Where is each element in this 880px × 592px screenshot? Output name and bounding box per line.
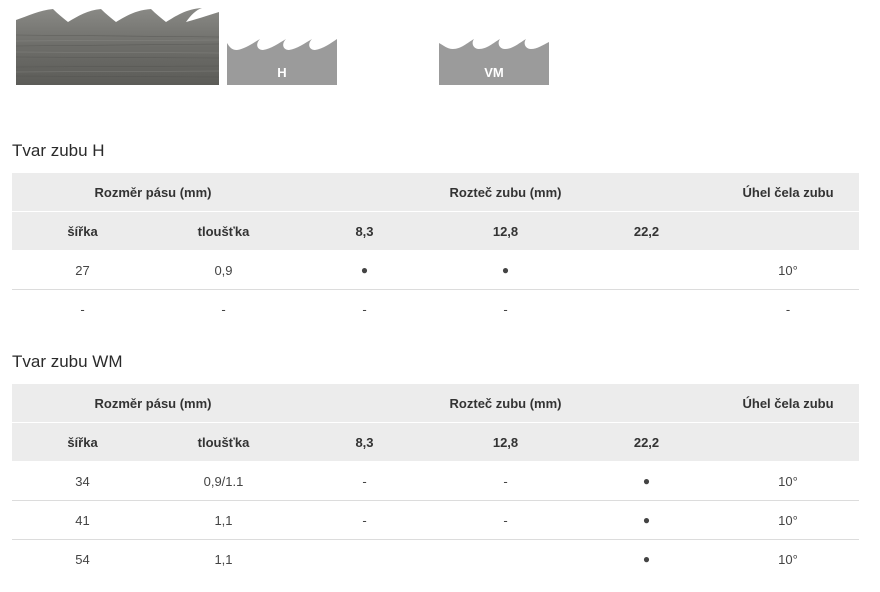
- cell-angle: 10°: [778, 551, 798, 567]
- cell-angle: 10°: [717, 250, 860, 290]
- cell-pitch-3: [576, 250, 718, 290]
- header-band-size: Rozměr pásu (mm): [12, 173, 294, 212]
- table-header-sub-row: šířka tloušťka 8,3 12,8 22,2: [12, 422, 860, 462]
- section-title-wm: Tvar zubu WM: [12, 352, 123, 371]
- profile-label-vm: VM: [484, 65, 504, 80]
- cell-angle: 10°: [717, 461, 860, 501]
- header-rake-angle: Úhel čela zubu: [717, 173, 860, 212]
- cell-width: 34: [12, 461, 153, 501]
- cell-angle: -: [785, 301, 791, 317]
- table-header-group-row: Rozměr pásu (mm) Rozteč zubu (mm) Úhel č…: [12, 384, 860, 423]
- table-row: 41 1,1 - - ● 10°: [12, 500, 860, 540]
- cell-pitch-3: [576, 290, 717, 329]
- table-row: 27 0,9 ● ● 10°: [12, 250, 860, 290]
- profile-label-h: H: [277, 65, 287, 80]
- tooth-profile-images: H VM: [0, 0, 880, 92]
- cell-thickness: 0,9/1.1: [153, 461, 294, 501]
- header-pitch-1: 8,3: [294, 422, 435, 462]
- table-header-group-row: Rozměr pásu (mm) Rozteč zubu (mm) Úhel č…: [12, 173, 860, 212]
- cell-pitch-1: [294, 540, 435, 579]
- spec-table-wm: Rozměr pásu (mm) Rozteč zubu (mm) Úhel č…: [12, 384, 860, 579]
- cell-thickness: 1,1: [214, 551, 233, 567]
- header-rake-angle: Úhel čela zubu: [717, 384, 860, 423]
- header-thickness: tloušťka: [153, 422, 294, 462]
- cell-pitch-3: ●: [576, 500, 718, 540]
- table-row: 54 1,1 ● 10°: [12, 540, 859, 579]
- cell-pitch-3: ●: [642, 552, 651, 566]
- cell-thickness: 0,9: [153, 250, 294, 290]
- header-tooth-pitch: Rozteč zubu (mm): [294, 173, 718, 212]
- table-row: - - - - -: [12, 290, 859, 329]
- header-pitch-2: 12,8: [435, 422, 576, 462]
- tooth-profile-vm: VM: [439, 37, 549, 85]
- cell-width: 27: [12, 250, 153, 290]
- cell-pitch-2: -: [503, 301, 508, 317]
- cell-pitch-1: -: [294, 461, 435, 501]
- header-width: šířka: [12, 211, 153, 251]
- header-tooth-pitch: Rozteč zubu (mm): [294, 384, 718, 423]
- header-pitch-1: 8,3: [294, 211, 435, 251]
- bandsaw-blade-photo: [16, 8, 219, 85]
- cell-pitch-2: -: [435, 500, 576, 540]
- cell-width: -: [80, 301, 85, 317]
- header-pitch-3: 22,2: [576, 422, 718, 462]
- cell-angle: 10°: [717, 500, 860, 540]
- cell-width: 41: [12, 500, 153, 540]
- header-pitch-3: 22,2: [576, 211, 718, 251]
- header-width: šířka: [12, 422, 153, 462]
- cell-pitch-2: ●: [435, 250, 576, 290]
- cell-pitch-2: [435, 540, 576, 579]
- cell-pitch-1: ●: [294, 250, 435, 290]
- cell-pitch-2: -: [435, 461, 576, 501]
- tooth-profile-h: H: [227, 37, 337, 85]
- cell-pitch-1: -: [294, 500, 435, 540]
- header-pitch-2: 12,8: [435, 211, 576, 251]
- header-empty: [717, 422, 860, 462]
- cell-width: 54: [75, 551, 90, 567]
- header-band-size: Rozměr pásu (mm): [12, 384, 294, 423]
- spec-table-h: Rozměr pásu (mm) Rozteč zubu (mm) Úhel č…: [12, 173, 860, 329]
- table-header-sub-row: šířka tloušťka 8,3 12,8 22,2: [12, 211, 860, 251]
- table-row: 34 0,9/1.1 - - ● 10°: [12, 461, 860, 501]
- cell-thickness: -: [221, 301, 226, 317]
- header-empty: [717, 211, 860, 251]
- cell-pitch-1: -: [362, 301, 367, 317]
- cell-thickness: 1,1: [153, 500, 294, 540]
- section-title-h: Tvar zubu H: [12, 141, 105, 160]
- header-thickness: tloušťka: [153, 211, 294, 251]
- cell-pitch-3: ●: [576, 461, 718, 501]
